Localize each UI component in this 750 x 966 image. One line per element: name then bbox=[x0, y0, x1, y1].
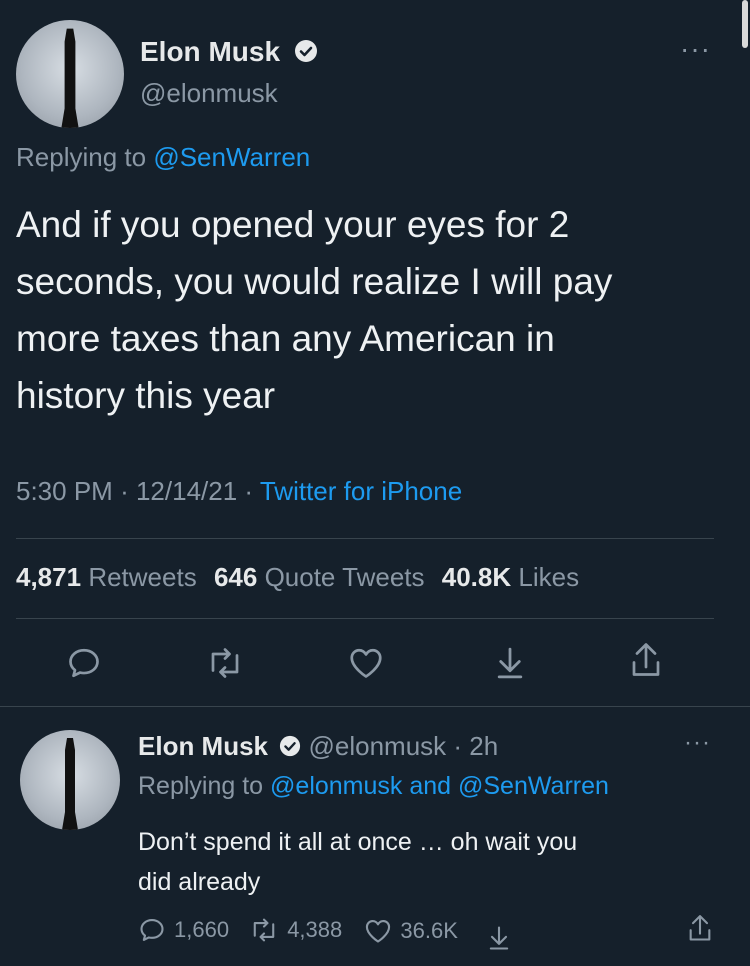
retweet-icon bbox=[249, 916, 279, 944]
divider bbox=[16, 538, 714, 539]
tweet-text-line: seconds, you would realize I will pay bbox=[16, 261, 613, 302]
tweet-text-line: And if you opened your eyes for 2 bbox=[16, 204, 570, 245]
replying-to-line: Replying to @elonmusk and @SenWarren bbox=[138, 772, 609, 801]
likes-count: 40.8K bbox=[441, 562, 512, 592]
more-options-icon[interactable]: ··· bbox=[684, 731, 711, 755]
retweets-stat[interactable]: 4,871 Retweets bbox=[16, 562, 204, 592]
separator: · bbox=[453, 731, 463, 761]
timestamp-line: 5:30 PM · 12/14/21 · Twitter for iPhone bbox=[16, 476, 462, 507]
verified-badge-icon bbox=[294, 38, 318, 70]
heart-icon bbox=[364, 918, 392, 944]
rocket-silhouette-icon bbox=[62, 738, 78, 830]
rocket-silhouette-icon bbox=[61, 28, 79, 128]
retweet-count: 4,388 bbox=[287, 917, 343, 942]
reply-action[interactable]: 1,660 bbox=[138, 916, 229, 944]
author-row: Elon Musk bbox=[140, 36, 318, 70]
tweet-text-line: Don’t spend it all at once … oh wait you bbox=[138, 828, 578, 856]
scrollbar-thumb[interactable] bbox=[742, 0, 748, 48]
replying-to-link[interactable]: @elonmusk and @SenWarren bbox=[270, 772, 609, 800]
time-ago[interactable]: 2h bbox=[469, 731, 498, 761]
bookmark-download-icon[interactable] bbox=[493, 644, 527, 682]
more-options-icon[interactable]: ··· bbox=[680, 35, 711, 63]
tweet-time[interactable]: 5:30 PM bbox=[16, 476, 113, 506]
like-action[interactable]: 36.6K bbox=[364, 918, 458, 944]
heart-icon[interactable] bbox=[348, 646, 384, 680]
retweet-icon[interactable] bbox=[205, 645, 245, 681]
tweet-date[interactable]: 12/14/21 bbox=[136, 476, 237, 506]
reply-count: 1,660 bbox=[174, 917, 230, 942]
quotes-label: Quote Tweets bbox=[264, 562, 425, 592]
retweets-label: Retweets bbox=[88, 562, 197, 592]
avatar[interactable] bbox=[20, 730, 120, 830]
author-name[interactable]: Elon Musk bbox=[140, 36, 280, 67]
tweet-text-line: did already bbox=[138, 868, 261, 896]
retweets-count: 4,871 bbox=[16, 562, 82, 592]
reply-header: Elon Musk @elonmusk · 2h bbox=[138, 731, 498, 764]
share-icon[interactable] bbox=[686, 912, 714, 946]
replying-to-line: Replying to @SenWarren bbox=[16, 142, 310, 173]
retweet-action[interactable]: 4,388 bbox=[249, 916, 342, 944]
author-name[interactable]: Elon Musk bbox=[138, 731, 268, 761]
like-count: 36.6K bbox=[400, 918, 458, 943]
replying-prefix: Replying to bbox=[138, 772, 264, 800]
avatar[interactable] bbox=[16, 20, 124, 128]
replying-prefix: Replying to bbox=[16, 142, 147, 172]
reply-action-bar: 1,660 4,388 36.6K bbox=[138, 916, 512, 952]
author-handle[interactable]: @elonmusk bbox=[140, 78, 278, 109]
tweet-text: And if you opened your eyes for 2 second… bbox=[16, 196, 612, 424]
separator: · bbox=[244, 476, 254, 506]
quotes-stat[interactable]: 646 Quote Tweets bbox=[214, 562, 432, 592]
divider bbox=[0, 706, 750, 707]
separator: · bbox=[120, 476, 129, 506]
tweet-text-line: history this year bbox=[16, 375, 276, 416]
quotes-count: 646 bbox=[213, 562, 258, 592]
author-handle[interactable]: @elonmusk bbox=[308, 731, 446, 761]
share-icon[interactable] bbox=[628, 640, 664, 682]
reply-icon[interactable] bbox=[66, 645, 102, 681]
reply-icon bbox=[138, 916, 166, 944]
likes-label: Likes bbox=[518, 562, 580, 592]
tweet-text: Don’t spend it all at once … oh wait you… bbox=[138, 822, 577, 902]
likes-stat[interactable]: 40.8K Likes bbox=[442, 562, 579, 592]
stats-row: 4,871 Retweets 646 Quote Tweets 40.8K Li… bbox=[16, 562, 579, 593]
tweet-text-line: more taxes than any American in bbox=[16, 318, 555, 359]
bookmark-download-icon[interactable] bbox=[486, 924, 512, 952]
tweet-source[interactable]: Twitter for iPhone bbox=[260, 476, 462, 506]
verified-badge-icon bbox=[279, 733, 301, 764]
replying-to-link[interactable]: @SenWarren bbox=[153, 142, 310, 172]
divider bbox=[16, 618, 714, 619]
